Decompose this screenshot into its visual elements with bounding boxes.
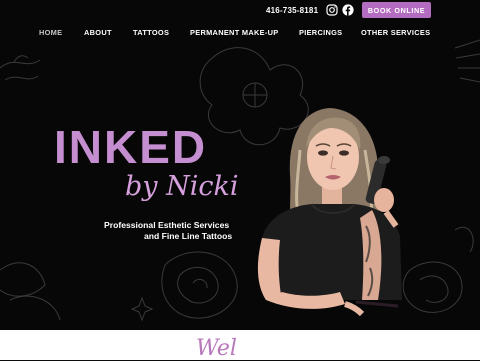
nav-item-other-services[interactable]: OTHER SERVICES — [361, 28, 430, 37]
nav-item-permanent-make-up[interactable]: PERMANENT MAKE-UP — [190, 28, 278, 37]
hero-tagline-line-2: and Fine Line Tattoos — [144, 231, 233, 241]
phone-number[interactable]: 416-735-8181 — [266, 6, 318, 15]
hero-tagline-line-1: Professional Esthetic Services — [104, 220, 230, 230]
facebook-icon[interactable] — [342, 4, 354, 16]
hero-section: 416-735-8181 BOOK ONLINE HOME ABOUT TATT… — [0, 0, 480, 330]
welcome-script-heading: Wel — [196, 336, 237, 361]
welcome-section — [0, 330, 480, 360]
instagram-icon[interactable] — [326, 4, 338, 16]
nav-item-tattoos[interactable]: TATTOOS — [133, 28, 169, 37]
brand-subtitle-script: by Nicki — [125, 171, 239, 202]
main-navigation: HOME ABOUT TATTOOS PERMANENT MAKE-UP PIE… — [0, 26, 480, 40]
nav-item-about[interactable]: ABOUT — [84, 28, 112, 37]
nav-item-home[interactable]: HOME — [39, 28, 62, 37]
book-online-button[interactable]: BOOK ONLINE — [362, 2, 431, 18]
brand-title: INKED — [54, 121, 208, 173]
nav-item-piercings[interactable]: PIERCINGS — [299, 28, 342, 37]
